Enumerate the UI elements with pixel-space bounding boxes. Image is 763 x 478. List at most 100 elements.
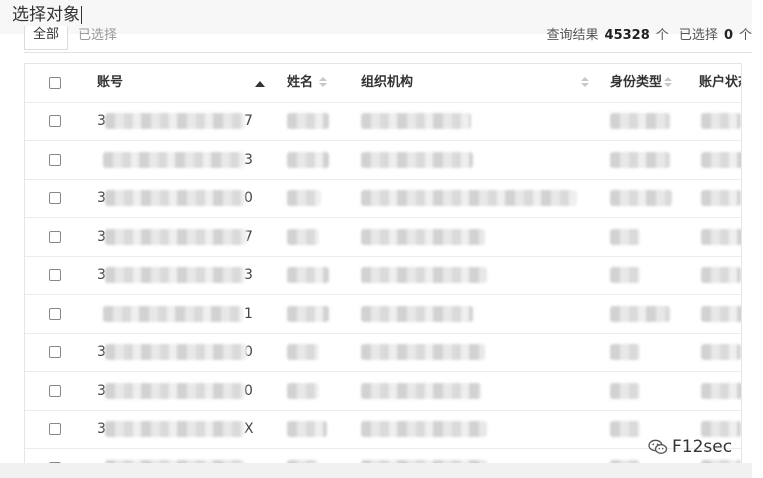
table-row[interactable]: 33 <box>25 256 741 295</box>
table-row[interactable]: 30 <box>25 372 741 411</box>
filter-bar: 全部 已选择 查询结果 45328 个 已选择 0 个 <box>24 26 752 53</box>
redacted-identity-type <box>610 267 640 283</box>
redacted-account-status <box>701 151 741 168</box>
redacted-account-status <box>701 267 741 283</box>
redacted-name <box>287 344 319 360</box>
account-cell-trailing-char: X <box>244 421 254 437</box>
redacted-organization <box>361 151 473 168</box>
account-cell-trailing-char: 7 <box>244 113 253 129</box>
result-count: 45328 <box>604 28 650 43</box>
redacted-organization <box>361 305 473 322</box>
redacted-account-status <box>701 228 741 245</box>
redacted-name <box>287 421 327 437</box>
column-identity-type[interactable]: 身份类型 <box>610 64 690 102</box>
row-checkbox[interactable] <box>49 423 61 435</box>
selected-unit: 个 <box>738 28 752 43</box>
selected-label: 已选择 <box>678 28 718 43</box>
redacted-identity-type <box>610 421 640 437</box>
row-checkbox[interactable] <box>49 153 61 166</box>
account-cell-trailing-char: 0 <box>244 382 253 399</box>
table-row[interactable]: 1 <box>25 295 741 334</box>
redacted-name <box>287 113 329 129</box>
redacted-account <box>105 190 245 206</box>
watermark-text: F12sec <box>672 437 733 457</box>
watermark: F12sec <box>648 436 732 458</box>
account-cell-trailing-char: 1 <box>244 305 253 322</box>
selected-count: 0 <box>723 28 733 43</box>
column-name[interactable]: 姓名 <box>287 64 349 102</box>
account-cell-trailing-char: 0 <box>244 190 253 206</box>
tab-all[interactable]: 全部 <box>24 26 68 50</box>
column-account-label: 账号 <box>97 75 124 90</box>
result-label: 查询结果 <box>546 28 599 43</box>
result-unit: 个 <box>655 28 669 43</box>
row-checkbox[interactable] <box>49 269 61 281</box>
redacted-account <box>105 267 245 283</box>
redacted-name <box>287 382 319 399</box>
redacted-identity-type <box>610 305 670 322</box>
redacted-organization <box>361 267 487 283</box>
table-row[interactable]: 30 <box>25 333 741 372</box>
selected-filter-input[interactable]: 已选择 <box>78 26 117 50</box>
redacted-name <box>287 228 319 245</box>
redacted-identity-type <box>610 151 670 168</box>
column-identity-type-label: 身份类型 <box>610 75 663 90</box>
result-summary: 查询结果 45328 个 已选择 0 个 <box>547 26 752 50</box>
redacted-identity-type <box>610 344 640 360</box>
redacted-organization <box>361 228 485 245</box>
table-row[interactable]: 37 <box>25 102 741 141</box>
column-account-status-label: 账户状态 <box>699 75 741 90</box>
dialog-title-text: 选择对象 <box>12 5 80 25</box>
redacted-identity-type <box>610 190 672 206</box>
table-row[interactable]: 30 <box>25 179 741 218</box>
sort-icon[interactable] <box>581 77 589 89</box>
wechat-icon <box>648 439 668 454</box>
redacted-account-status <box>701 113 741 129</box>
redacted-account-status <box>701 344 741 360</box>
text-caret <box>81 6 82 24</box>
redacted-name <box>287 305 329 322</box>
row-checkbox[interactable] <box>49 307 61 320</box>
redacted-account <box>103 151 245 168</box>
column-organization[interactable]: 组织机构 <box>361 64 596 102</box>
row-checkbox[interactable] <box>49 230 61 243</box>
table-header: 账号 姓名 组织机构 身份类型 账户状态 <box>25 64 741 103</box>
redacted-name <box>287 267 329 283</box>
redacted-organization <box>361 344 485 360</box>
redacted-organization <box>361 190 577 206</box>
row-checkbox[interactable] <box>49 346 61 358</box>
select-all-checkbox[interactable] <box>49 77 61 89</box>
redacted-name <box>287 151 329 168</box>
redacted-account <box>105 344 247 360</box>
redacted-identity-type <box>610 382 640 399</box>
row-checkbox[interactable] <box>49 384 61 397</box>
account-cell-trailing-char: 3 <box>244 267 253 283</box>
redacted-account-status <box>701 421 741 437</box>
column-account[interactable]: 账号 <box>97 64 267 102</box>
redacted-organization <box>361 113 471 129</box>
redacted-account <box>103 305 243 322</box>
user-table: 账号 姓名 组织机构 身份类型 账户状态 373303733130303X <box>24 63 742 469</box>
account-cell-trailing-char: 3 <box>244 151 253 168</box>
row-checkbox[interactable] <box>49 192 61 204</box>
table-row[interactable]: 37 <box>25 218 741 257</box>
row-checkbox[interactable] <box>49 115 61 127</box>
redacted-identity-type <box>610 228 640 245</box>
sort-icon[interactable] <box>319 76 328 89</box>
sort-asc-icon[interactable] <box>255 81 265 87</box>
redacted-identity-type <box>610 113 670 129</box>
table-row[interactable]: 3 <box>25 141 741 180</box>
redacted-account-status <box>701 305 741 322</box>
redacted-organization <box>361 382 481 399</box>
redacted-account <box>105 382 245 399</box>
horizontal-scrollbar[interactable] <box>0 463 752 478</box>
sort-icon[interactable] <box>664 76 673 89</box>
redacted-account <box>105 113 245 129</box>
column-organization-label: 组织机构 <box>361 75 414 90</box>
column-name-label: 姓名 <box>287 75 314 90</box>
column-account-status[interactable]: 账户状态 <box>699 64 741 102</box>
table-row[interactable]: 3X <box>25 410 741 449</box>
redacted-account <box>105 228 247 245</box>
redacted-account-status <box>701 382 741 399</box>
redacted-name <box>287 190 321 206</box>
